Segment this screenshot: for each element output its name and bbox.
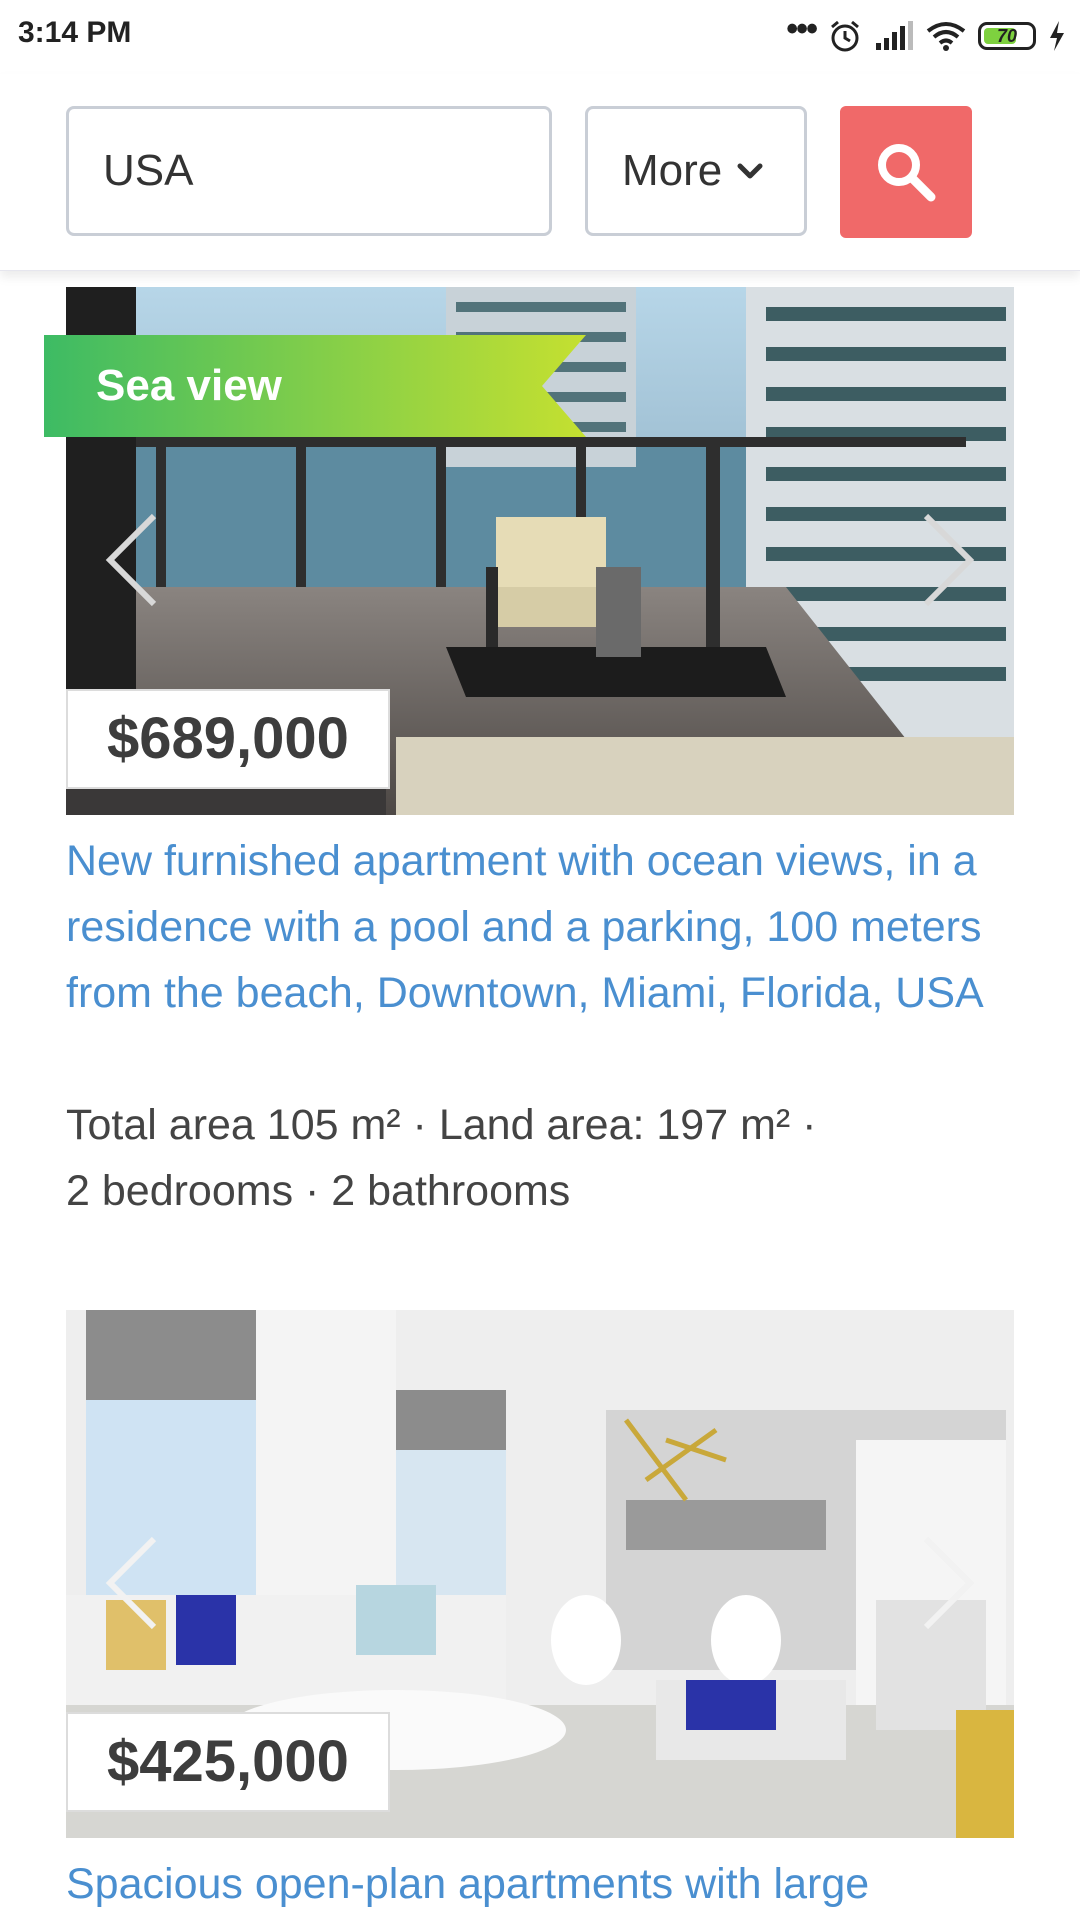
listing-rooms-info: 2 bedrooms · 2 bathrooms xyxy=(66,1167,571,1215)
chevron-right-icon[interactable] xyxy=(920,1535,976,1631)
listing-price: $425,000 xyxy=(66,1712,390,1812)
status-time: 3:14 PM xyxy=(18,16,132,49)
chevron-left-icon[interactable] xyxy=(104,1535,160,1631)
more-dropdown[interactable]: More xyxy=(585,106,807,236)
alarm-icon xyxy=(831,20,859,52)
listing-title[interactable]: New furnished apartment with ocean views… xyxy=(66,828,1006,1026)
sea-view-badge: Sea view xyxy=(44,335,586,437)
search-icon xyxy=(878,144,936,202)
listing-title[interactable]: Spacious open-plan apartments with large xyxy=(66,1851,1006,1917)
signal-icon xyxy=(876,21,913,50)
battery-level: 70 xyxy=(996,25,1018,46)
badge-label: Sea view xyxy=(96,361,282,410)
search-button[interactable] xyxy=(840,106,972,238)
wifi-icon xyxy=(926,22,966,51)
more-dropdown-label: More xyxy=(622,146,723,195)
listing-area-info: Total area 105 m² · Land area: 197 m² · xyxy=(66,1101,817,1149)
listing-price: $689,000 xyxy=(66,689,390,789)
chevron-right-icon[interactable] xyxy=(920,512,976,608)
search-input[interactable]: USA xyxy=(66,106,552,236)
more-notifications-icon: ••• xyxy=(786,9,818,48)
status-bar: 3:14 PM ••• 70 xyxy=(0,0,1080,74)
listing-details: Total area 105 m² · Land area: 197 m² · … xyxy=(66,1092,1006,1224)
chevron-down-icon xyxy=(737,163,763,179)
battery-icon: 70 xyxy=(978,22,1036,50)
search-header: USA More xyxy=(0,74,1080,271)
charging-icon xyxy=(1050,21,1064,51)
chevron-left-icon[interactable] xyxy=(104,512,160,608)
status-icons: ••• 70 xyxy=(786,10,1066,58)
